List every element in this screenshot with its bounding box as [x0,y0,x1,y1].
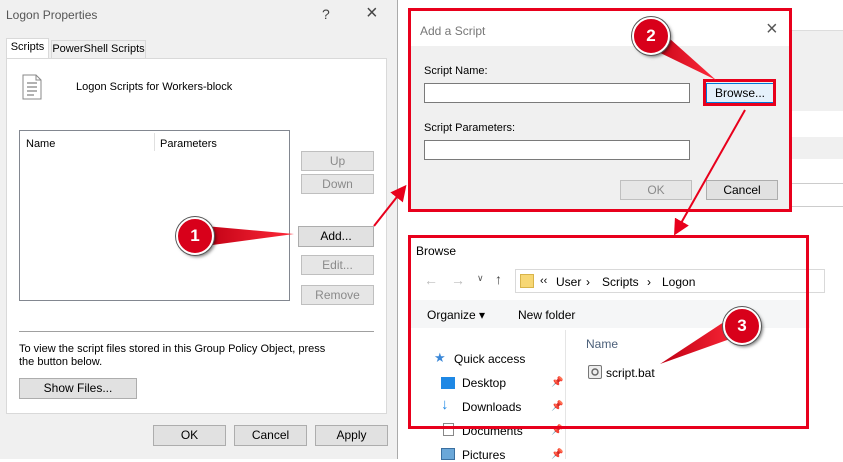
pointer-wedge-1 [205,226,294,246]
step-badge-1: 1 [176,217,214,255]
arrow-browse-to-dialog [674,109,746,236]
arrow-add-to-dialog [373,184,407,227]
step-badge-3: 3 [723,307,761,345]
annotation-arrows [205,30,746,364]
step-badge-2: 2 [632,17,670,55]
